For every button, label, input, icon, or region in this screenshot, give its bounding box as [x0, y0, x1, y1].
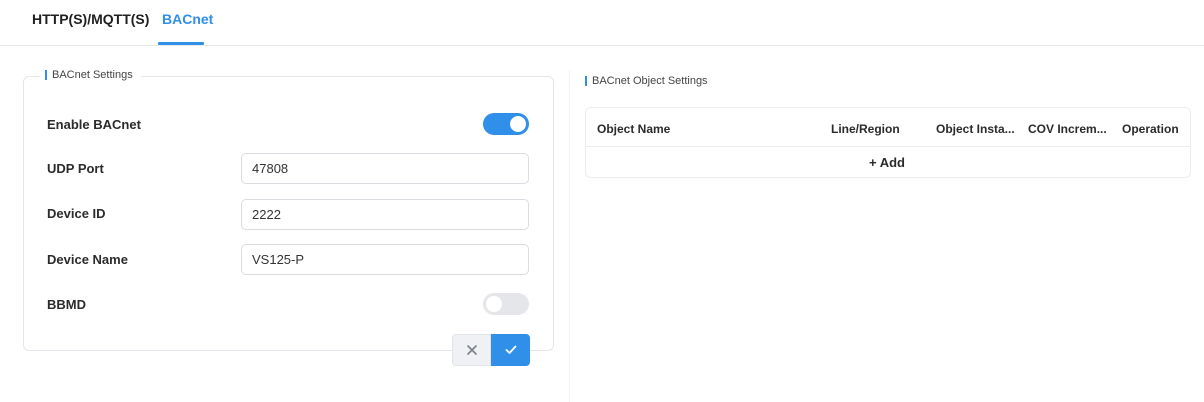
device-id-input[interactable]: 2222: [241, 199, 529, 230]
column-header-object-name: Object Name: [597, 122, 671, 136]
bacnet-settings-title-text: BACnet Settings: [52, 69, 133, 81]
udp-port-label: UDP Port: [47, 161, 104, 176]
device-id-label: Device ID: [47, 206, 106, 221]
device-name-label: Device Name: [47, 252, 128, 267]
toggle-knob: [510, 116, 526, 132]
tab-bar: HTTP(S)/MQTT(S) BACnet: [0, 0, 1204, 46]
udp-port-input[interactable]: 47808: [241, 153, 529, 184]
device-name-input[interactable]: VS125-P: [241, 244, 529, 275]
check-icon: [505, 345, 516, 354]
close-icon: [466, 345, 477, 355]
active-tab-indicator: [158, 42, 204, 45]
table-header-divider: [586, 146, 1190, 147]
cancel-button[interactable]: [452, 334, 491, 366]
tab-http-mqtt[interactable]: HTTP(S)/MQTT(S): [32, 11, 149, 27]
column-header-operation: Operation: [1122, 122, 1179, 136]
form-action-buttons: [452, 334, 530, 366]
enable-bacnet-toggle[interactable]: [483, 113, 529, 135]
bbmd-label: BBMD: [47, 297, 86, 312]
toggle-knob: [486, 296, 502, 312]
column-header-line-region: Line/Region: [831, 122, 900, 136]
add-object-button[interactable]: + Add: [869, 155, 905, 170]
panel-divider: [569, 70, 570, 402]
title-accent-bar: [585, 76, 587, 86]
bacnet-object-table: Object Name Line/Region Object Insta... …: [585, 107, 1191, 178]
title-accent-bar: [45, 70, 47, 80]
tab-bacnet[interactable]: BACnet: [162, 11, 213, 27]
bacnet-settings-title: BACnet Settings: [41, 69, 141, 81]
bbmd-toggle[interactable]: [483, 293, 529, 315]
confirm-button[interactable]: [491, 334, 530, 366]
column-header-object-instance: Object Insta...: [936, 122, 1015, 136]
column-header-cov-increment: COV Increm...: [1028, 122, 1107, 136]
bacnet-object-settings-title-text: BACnet Object Settings: [592, 75, 708, 87]
enable-bacnet-label: Enable BACnet: [47, 117, 141, 132]
bacnet-object-settings-title: BACnet Object Settings: [585, 75, 708, 87]
